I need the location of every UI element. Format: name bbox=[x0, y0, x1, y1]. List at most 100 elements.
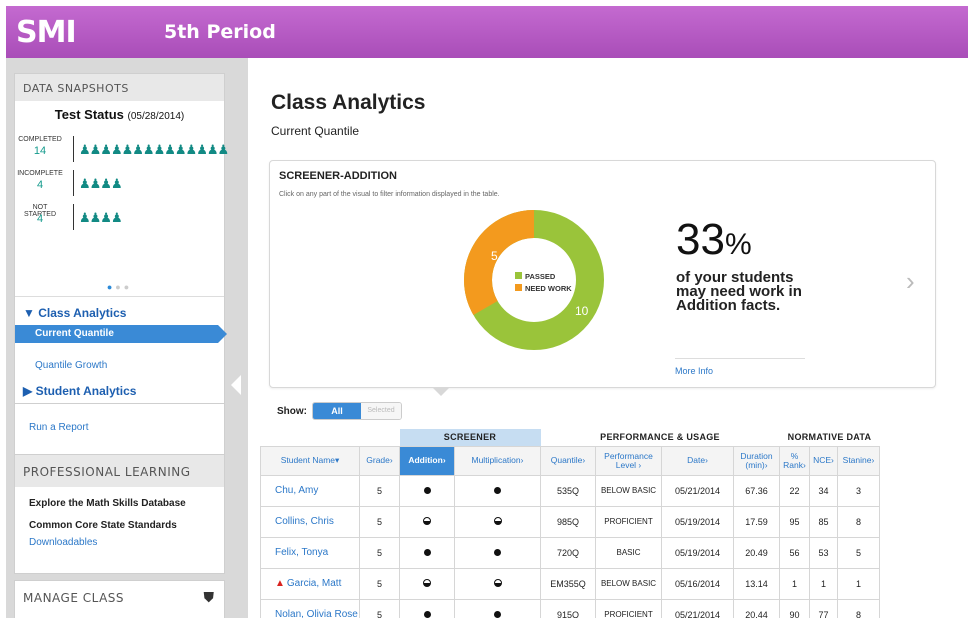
student-name[interactable]: Garcia, Matt bbox=[287, 578, 341, 589]
stat-completed[interactable]: COMPLETED 14 ♟♟♟♟♟♟♟♟♟♟♟♟♟♟ bbox=[17, 136, 229, 166]
student-name-link[interactable]: Nolan, Olivia Rose bbox=[260, 598, 360, 618]
warning-icon: ▲ bbox=[275, 578, 285, 589]
table-column-header: Student Name▾ Grade› Addition› Multiplic… bbox=[260, 445, 880, 476]
card-tail bbox=[432, 387, 450, 396]
cell-performance-level: BELOW BASIC bbox=[595, 474, 662, 507]
more-info-link[interactable]: More Info bbox=[675, 366, 713, 376]
cell-addition bbox=[399, 598, 455, 618]
cell-nce: 34 bbox=[809, 474, 838, 507]
show-toggle[interactable]: All Selected bbox=[312, 402, 402, 420]
need-work-segment[interactable] bbox=[464, 210, 535, 315]
manage-class-heading[interactable]: MANAGE CLASS bbox=[15, 581, 224, 611]
toggle-selected[interactable]: Selected bbox=[361, 403, 401, 419]
col-stanine[interactable]: Stanine› bbox=[837, 445, 880, 476]
student-name[interactable]: Collins, Chris bbox=[275, 516, 334, 527]
passed-legend-swatch bbox=[515, 272, 522, 279]
nav-current-quantile[interactable]: Current Quantile bbox=[15, 325, 227, 343]
col-quantile[interactable]: Quantile› bbox=[540, 445, 596, 476]
percent-description: of your students may need work in Additi… bbox=[676, 269, 802, 314]
nav-student-analytics[interactable]: ▶ Student Analytics bbox=[23, 384, 136, 398]
cell-nce: 1 bbox=[809, 567, 838, 600]
cell-multiplication bbox=[454, 598, 541, 618]
percent-symbol: % bbox=[724, 228, 752, 261]
complete-mark-icon bbox=[423, 610, 431, 618]
cell-performance-level: PROFICIENT bbox=[595, 505, 662, 538]
col-date[interactable]: Date› bbox=[661, 445, 734, 476]
complete-mark-icon bbox=[423, 548, 431, 556]
table-body: Chu, Amy 5 535Q BELOW BASIC 05/21/2014 67.36 2… bbox=[260, 474, 880, 618]
page-title: Class Analytics bbox=[271, 91, 426, 114]
shield-icon[interactable]: ⛊ bbox=[204, 589, 215, 606]
cell-date: 05/19/2014 bbox=[661, 536, 734, 569]
partial-mark-icon bbox=[493, 516, 502, 525]
sidebar: DATA SNAPSHOTS Test Status (05/28/2014) … bbox=[6, 58, 248, 618]
cell-duration: 67.36 bbox=[733, 474, 780, 507]
stat-value: 14 bbox=[33, 145, 47, 157]
col-addition[interactable]: Addition› bbox=[399, 445, 455, 476]
app-header: SMI 5th Period bbox=[6, 6, 968, 58]
cell-stanine: 1 bbox=[837, 567, 880, 600]
student-name[interactable]: Chu, Amy bbox=[275, 485, 318, 496]
student-name-link[interactable]: Chu, Amy bbox=[260, 474, 360, 507]
student-name-link[interactable]: ▲ Garcia, Matt bbox=[260, 567, 360, 600]
common-core-link[interactable]: Common Core State Standards bbox=[15, 515, 224, 537]
table-row[interactable]: ▲ Garcia, Matt 5 EM355Q BELOW BASIC 05/16/201… bbox=[260, 567, 880, 600]
cell-quantile: 985Q bbox=[540, 505, 596, 538]
carousel-dots[interactable]: ●●● bbox=[15, 282, 224, 292]
col-nce[interactable]: NCE› bbox=[809, 445, 838, 476]
cell-duration: 17.59 bbox=[733, 505, 780, 538]
col-label: Addition bbox=[408, 455, 443, 465]
cell-stanine: 8 bbox=[837, 505, 880, 538]
col-student-name[interactable]: Student Name▾ bbox=[260, 445, 360, 476]
student-name[interactable]: Nolan, Olivia Rose bbox=[275, 609, 358, 618]
cell-grade: 5 bbox=[359, 598, 400, 618]
page-subtitle: Current Quantile bbox=[271, 124, 360, 138]
stat-label: COMPLETED bbox=[18, 136, 62, 143]
stat-value: 4 bbox=[36, 179, 44, 191]
divider bbox=[675, 358, 805, 359]
cell-duration: 13.14 bbox=[733, 567, 780, 600]
nav-class-analytics[interactable]: ▼ Class Analytics bbox=[23, 306, 126, 320]
professional-learning-panel: PROFESSIONAL LEARNING Explore the Math S… bbox=[14, 454, 225, 574]
stat-not-started[interactable]: NOT STARTED 4 ♟♟♟♟ bbox=[17, 204, 222, 234]
cell-quantile: 720Q bbox=[540, 536, 596, 569]
chevron-right-icon[interactable]: › bbox=[906, 266, 915, 297]
col-multiplication[interactable]: Multiplication› bbox=[454, 445, 541, 476]
col-rank[interactable]: % Rank› bbox=[779, 445, 810, 476]
carousel-dot[interactable]: ● bbox=[115, 282, 123, 292]
table-row[interactable]: Nolan, Olivia Rose 5 915Q PROFICIENT 05/21/2… bbox=[260, 598, 880, 618]
math-skills-link[interactable]: Explore the Math Skills Database bbox=[15, 493, 224, 515]
col-label: Student Name bbox=[280, 455, 336, 465]
col-grade[interactable]: Grade› bbox=[359, 445, 400, 476]
student-name[interactable]: Felix, Tonya bbox=[275, 547, 328, 558]
student-icons: ♟♟♟♟ bbox=[79, 210, 123, 225]
smi-logo[interactable]: SMI bbox=[16, 15, 164, 50]
col-label: Quantile bbox=[550, 455, 583, 465]
student-name-link[interactable]: Collins, Chris bbox=[260, 505, 360, 538]
stat-value: 4 bbox=[36, 213, 44, 225]
col-label: Stanine bbox=[842, 455, 872, 465]
table-row[interactable]: Collins, Chris 5 985Q PROFICIENT 05/19/2014 1… bbox=[260, 505, 880, 538]
partial-mark-icon bbox=[423, 516, 431, 525]
table-row[interactable]: Felix, Tonya 5 720Q BASIC 05/19/2014 20.49 56 5… bbox=[260, 536, 880, 569]
col-duration[interactable]: Duration (min)› bbox=[733, 445, 780, 476]
nav-quantile-growth[interactable]: Quantile Growth bbox=[35, 360, 107, 371]
run-report-link[interactable]: Run a Report bbox=[29, 422, 88, 433]
carousel-dot[interactable]: ● bbox=[124, 282, 132, 292]
complete-mark-icon bbox=[494, 486, 501, 494]
test-status-title: Test Status (05/28/2014) bbox=[15, 107, 224, 122]
student-name-link[interactable]: Felix, Tonya bbox=[260, 536, 360, 569]
complete-mark-icon bbox=[494, 610, 501, 618]
downloadables-link[interactable]: Downloadables bbox=[15, 537, 224, 548]
cell-multiplication bbox=[454, 536, 541, 569]
complete-mark-icon bbox=[423, 486, 431, 494]
table-row[interactable]: Chu, Amy 5 535Q BELOW BASIC 05/21/2014 67.36 2… bbox=[260, 474, 880, 507]
screener-donut-chart[interactable]: 5 10 PASSED NEED WORK bbox=[459, 205, 609, 355]
stat-incomplete[interactable]: INCOMPLETE 4 ♟♟♟♟ bbox=[17, 170, 222, 200]
table-group-header: SCREENER PERFORMANCE & USAGE NORMATIVE D… bbox=[260, 429, 880, 447]
toggle-all[interactable]: All bbox=[313, 403, 361, 419]
stat-axis bbox=[73, 170, 74, 196]
col-performance-level[interactable]: Performance Level › bbox=[595, 445, 662, 476]
cell-addition bbox=[399, 567, 455, 600]
cell-rank: 22 bbox=[779, 474, 810, 507]
